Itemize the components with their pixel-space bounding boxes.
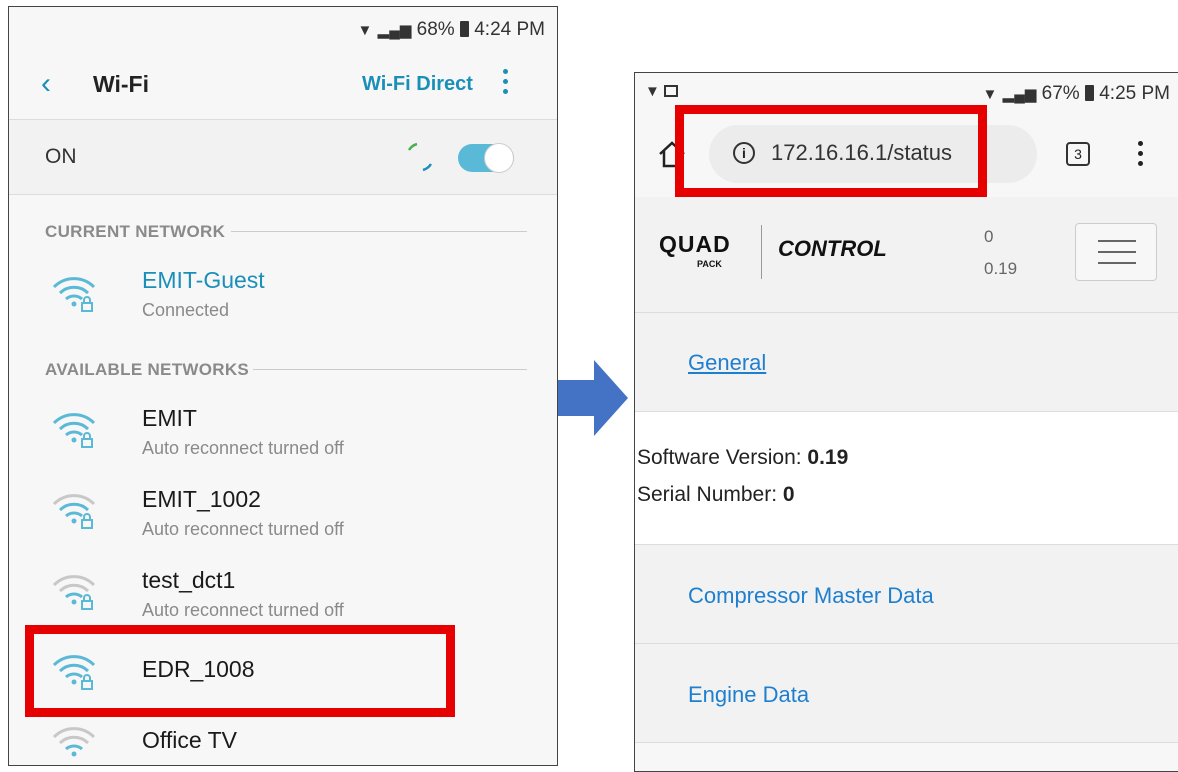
wifi-locked-icon bbox=[52, 494, 96, 529]
current-network-heading: CURRENT NETWORK bbox=[45, 222, 226, 241]
general-link[interactable]: General bbox=[688, 350, 766, 376]
network-name[interactable]: EMIT_1002 bbox=[142, 486, 261, 513]
wifi-settings-screen: ▼ ▂▄▆ 68% 4:24 PM ‹ Wi-Fi Wi-Fi Direct O… bbox=[8, 6, 558, 766]
network-name[interactable]: test_dct1 bbox=[142, 567, 235, 594]
status-bar: ▼ ▂▄▆ 68% 4:24 PM bbox=[358, 19, 545, 41]
wifi-status-icon: ▼ bbox=[357, 22, 373, 39]
network-status: Auto reconnect turned off bbox=[142, 438, 344, 458]
browser-screen: ▼ ▼ ▂▄▆ 67% 4:25 PM i 172.16.16.1/status… bbox=[634, 72, 1178, 772]
header-value-bottom: 0.19 bbox=[984, 259, 1018, 278]
quad-logo: QUAD bbox=[659, 231, 731, 257]
wifi-status-icon: ▼ bbox=[982, 86, 998, 103]
clock: 4:24 PM bbox=[474, 19, 545, 40]
serial-number: Serial Number: 0 bbox=[637, 483, 795, 506]
battery-icon bbox=[1084, 85, 1094, 101]
wifi-icon bbox=[52, 727, 96, 757]
page-title: Wi-Fi bbox=[93, 71, 149, 97]
info-panel bbox=[635, 412, 1178, 544]
brand-name: CONTROL bbox=[778, 236, 887, 261]
url-highlight-box bbox=[675, 105, 987, 197]
image-notification-icon bbox=[664, 85, 679, 97]
right-arrow-icon bbox=[558, 360, 628, 436]
battery-percent: 67% bbox=[1041, 83, 1080, 104]
network-name[interactable]: EMIT bbox=[142, 405, 197, 432]
compressor-master-data-link[interactable]: Compressor Master Data bbox=[688, 583, 934, 609]
hamburger-menu-button[interactable] bbox=[1075, 223, 1157, 281]
wifi-locked-icon bbox=[52, 575, 96, 610]
network-status: Auto reconnect turned off bbox=[142, 519, 344, 539]
battery-icon bbox=[459, 21, 469, 37]
browser-menu-icon[interactable] bbox=[1138, 141, 1144, 166]
wifi-direct-button[interactable]: Wi-Fi Direct bbox=[362, 73, 473, 96]
network-name[interactable]: Office TV bbox=[142, 727, 237, 754]
pack-logo: PACK bbox=[697, 259, 722, 269]
software-version: Software Version: 0.19 bbox=[637, 446, 849, 469]
wifi-locked-icon bbox=[52, 413, 96, 448]
tab-count-button[interactable]: 3 bbox=[1066, 142, 1090, 166]
wifi-notification-icon: ▼ bbox=[645, 83, 660, 100]
header-value-top: 0 bbox=[984, 227, 994, 246]
toggle-label: ON bbox=[45, 145, 77, 168]
engine-data-link[interactable]: Engine Data bbox=[688, 682, 809, 708]
wifi-locked-icon bbox=[52, 277, 96, 312]
notification-icons: ▼ bbox=[645, 83, 679, 100]
current-network-status: Connected bbox=[142, 300, 230, 320]
clock: 4:25 PM bbox=[1099, 83, 1170, 104]
battery-percent: 68% bbox=[416, 19, 455, 40]
highlight-box bbox=[25, 625, 455, 717]
available-networks-heading: AVAILABLE NETWORKS bbox=[45, 360, 250, 379]
current-network-name[interactable]: EMIT-Guest bbox=[142, 267, 265, 294]
network-status: Auto reconnect turned off bbox=[142, 600, 344, 620]
signal-icon: ▂▄▆ bbox=[1002, 86, 1037, 103]
wifi-toggle-switch[interactable] bbox=[458, 143, 514, 173]
more-options-icon[interactable] bbox=[503, 69, 509, 97]
back-arrow-icon[interactable]: ‹ bbox=[41, 67, 51, 101]
logo-divider bbox=[761, 225, 762, 279]
loading-spinner-icon bbox=[407, 142, 433, 172]
signal-icon: ▂▄▆ bbox=[377, 22, 412, 39]
status-bar: ▼ ▂▄▆ 67% 4:25 PM bbox=[983, 83, 1170, 105]
